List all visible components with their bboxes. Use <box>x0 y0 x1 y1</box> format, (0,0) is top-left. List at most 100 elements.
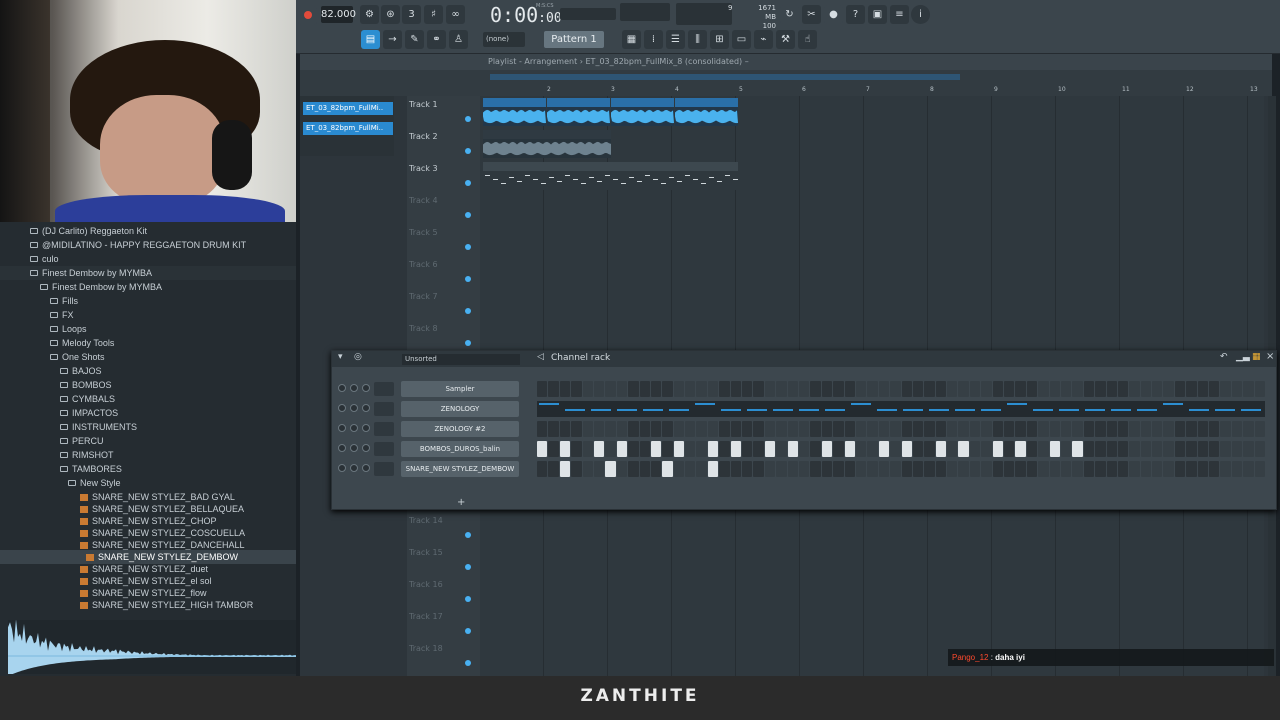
step-button[interactable] <box>912 461 924 477</box>
step-button[interactable] <box>616 421 628 437</box>
loop-record-icon[interactable]: ∞ <box>446 5 465 24</box>
step-button[interactable] <box>571 441 582 457</box>
step-sequencer[interactable] <box>537 461 1265 477</box>
track-mute-led[interactable] <box>465 308 471 314</box>
volume-knob[interactable] <box>362 444 370 452</box>
step-button[interactable] <box>571 461 582 477</box>
record-icon[interactable] <box>298 6 317 25</box>
step-button[interactable] <box>1083 441 1095 457</box>
scissors-icon[interactable]: ✂ <box>802 5 821 24</box>
stamp-icon[interactable]: ♙ <box>449 30 468 49</box>
wrench-icon[interactable]: ⚒ <box>776 30 795 49</box>
step-button[interactable] <box>855 441 867 457</box>
browser-item[interactable]: TAMBORES <box>0 462 296 476</box>
step-button[interactable] <box>1026 461 1038 477</box>
step-button[interactable] <box>1038 441 1049 457</box>
step-button[interactable] <box>707 381 719 397</box>
step-button[interactable] <box>1129 441 1140 457</box>
browser-icon[interactable]: ▭ <box>732 30 751 49</box>
step-button[interactable] <box>1106 421 1117 437</box>
step-button[interactable] <box>707 441 719 457</box>
browser-item[interactable]: @MIDILATINO - HAPPY REGGAETON DRUM KIT <box>0 238 296 252</box>
pattern-select[interactable]: Pattern 1 <box>544 31 604 48</box>
step-button[interactable] <box>593 381 605 397</box>
step-button[interactable] <box>1254 441 1265 457</box>
track-header[interactable]: Track 6 <box>409 260 438 269</box>
step-button[interactable] <box>628 381 639 397</box>
track-mute-led[interactable] <box>465 532 471 538</box>
step-button[interactable] <box>1140 421 1152 437</box>
playlist-icon[interactable]: ☰ <box>666 30 685 49</box>
step-button[interactable] <box>890 441 901 457</box>
step-button[interactable] <box>1095 441 1106 457</box>
browser-item[interactable]: Finest Dembow by MYMBA <box>0 266 296 280</box>
step-button[interactable] <box>924 441 935 457</box>
track-mute-led[interactable] <box>465 340 471 346</box>
step-button[interactable] <box>1095 461 1106 477</box>
step-button[interactable] <box>1174 421 1186 437</box>
step-button[interactable] <box>639 461 650 477</box>
step-button[interactable] <box>969 381 981 397</box>
step-button[interactable] <box>1197 441 1209 457</box>
step-button[interactable] <box>935 421 947 437</box>
step-button[interactable] <box>616 441 628 457</box>
step-button[interactable] <box>628 421 639 437</box>
master-pitch[interactable] <box>620 3 670 21</box>
step-button[interactable] <box>1174 441 1186 457</box>
step-button[interactable] <box>1209 461 1220 477</box>
step-button[interactable] <box>1163 461 1174 477</box>
step-button[interactable] <box>1072 461 1083 477</box>
countdown-icon[interactable]: 3 <box>402 5 421 24</box>
step-button[interactable] <box>810 381 821 397</box>
plug-icon[interactable]: ⌁ <box>754 30 773 49</box>
track-header[interactable]: Track 2 <box>409 132 438 141</box>
step-button[interactable] <box>958 461 969 477</box>
browser-item[interactable]: IMPACTOS <box>0 406 296 420</box>
arrow-right-icon[interactable]: → <box>383 30 402 49</box>
step-button[interactable] <box>650 381 662 397</box>
channel-led[interactable] <box>338 404 346 412</box>
step-button[interactable] <box>1117 421 1129 437</box>
pan-knob[interactable] <box>350 404 358 412</box>
step-button[interactable] <box>650 461 662 477</box>
steps-view-icon[interactable]: ▦ <box>1252 352 1261 362</box>
step-button[interactable] <box>947 461 958 477</box>
step-button[interactable] <box>742 381 753 397</box>
step-button[interactable] <box>1106 381 1117 397</box>
channel-name-button[interactable]: Sampler <box>401 381 519 397</box>
step-button[interactable] <box>1152 461 1163 477</box>
step-button[interactable] <box>730 381 742 397</box>
step-button[interactable] <box>696 461 707 477</box>
track-mute-led[interactable] <box>465 244 471 250</box>
step-button[interactable] <box>628 461 639 477</box>
step-button[interactable] <box>890 461 901 477</box>
step-button[interactable] <box>537 441 548 457</box>
step-button[interactable] <box>1106 461 1117 477</box>
mixer-track-select[interactable] <box>374 402 394 416</box>
step-button[interactable] <box>1186 421 1197 437</box>
audio-clip[interactable]: ET_03_82..idated) <box>675 98 738 126</box>
step-edit-icon[interactable]: ♯ <box>424 5 443 24</box>
step-button[interactable] <box>855 461 867 477</box>
browser-item[interactable]: FX <box>0 308 296 322</box>
step-button[interactable] <box>605 441 616 457</box>
step-button[interactable] <box>878 441 890 457</box>
step-button[interactable] <box>719 421 730 437</box>
step-button[interactable] <box>1220 461 1231 477</box>
step-button[interactable] <box>855 421 867 437</box>
step-button[interactable] <box>776 421 787 437</box>
master-volume-slider[interactable] <box>560 8 616 20</box>
track-header[interactable]: Track 3 <box>409 164 438 173</box>
track-mute-led[interactable] <box>465 660 471 666</box>
step-button[interactable] <box>662 421 673 437</box>
step-button[interactable] <box>1243 441 1254 457</box>
step-button[interactable] <box>1117 461 1129 477</box>
step-button[interactable] <box>696 381 707 397</box>
wait-icon[interactable]: ⊛ <box>381 5 400 24</box>
step-button[interactable] <box>901 421 912 437</box>
step-button[interactable] <box>662 461 673 477</box>
step-button[interactable] <box>639 381 650 397</box>
step-button[interactable] <box>685 421 696 437</box>
step-button[interactable] <box>1197 381 1209 397</box>
step-button[interactable] <box>1004 381 1015 397</box>
